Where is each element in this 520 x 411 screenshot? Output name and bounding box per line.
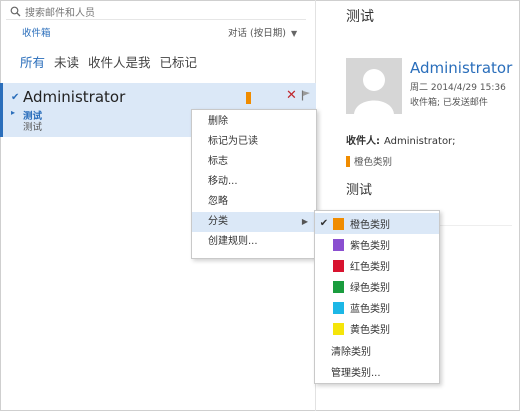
category-color-icon — [346, 155, 350, 167]
search-box[interactable]: 搜索邮件和人员 — [10, 3, 95, 19]
menu-move[interactable]: 移动... — [192, 172, 316, 192]
mail-sender: Administrator — [23, 88, 126, 106]
color-swatch-icon — [333, 322, 344, 335]
menu-categorize[interactable]: 分类 ▶ — [192, 212, 316, 232]
flag-icon[interactable] — [301, 90, 311, 101]
recipient-value[interactable]: Administrator; — [384, 136, 456, 147]
filter-flagged[interactable]: 已标记 — [160, 52, 198, 71]
search-underline — [6, 19, 306, 20]
reading-sender[interactable]: Administrator — [410, 59, 512, 77]
category-color-icon — [246, 92, 251, 104]
menu-delete[interactable]: 删除 — [192, 112, 316, 132]
sort-dropdown[interactable]: 对话 (按日期) ▼ — [228, 25, 297, 39]
color-swatch-icon — [333, 280, 344, 293]
filter-all[interactable]: 所有 — [20, 52, 45, 71]
category-submenu: ✔ 橙色类别 紫色类别 红色类别 绿色类别 蓝色类别 黄色类别 清除类别 管理类… — [314, 210, 440, 384]
color-swatch-icon — [333, 217, 344, 230]
category-item[interactable]: 蓝色类别 — [315, 297, 439, 318]
category-item[interactable]: 绿色类别 — [315, 276, 439, 297]
chevron-right-icon: ▶ — [301, 217, 308, 226]
check-icon: ✔ — [11, 92, 20, 103]
color-swatch-icon — [333, 259, 344, 272]
avatar — [346, 58, 402, 114]
category-tag-label: 橙色类别 — [354, 157, 393, 168]
color-swatch-icon — [333, 301, 344, 314]
filter-tabs: 所有 未读 收件人是我 已标记 — [20, 52, 197, 71]
sort-label: 对话 (按日期) — [228, 28, 286, 39]
expand-arrow-icon[interactable]: ▸ — [11, 108, 15, 117]
recipient-label: 收件人: — [346, 136, 380, 147]
folder-name[interactable]: 收件箱 — [22, 25, 51, 39]
category-label: 绿色类别 — [350, 283, 390, 294]
category-label: 红色类别 — [350, 262, 390, 273]
message-body: 测试 — [346, 183, 373, 198]
filter-to-me[interactable]: 收件人是我 — [88, 52, 151, 71]
reading-date: 周二 2014/4/29 15:36 — [410, 83, 506, 93]
category-item[interactable]: 红色类别 — [315, 255, 439, 276]
reading-folder: 收件箱; 已发送邮件 — [410, 98, 488, 108]
menu-mark-read[interactable]: 标记为已读 — [192, 132, 316, 152]
category-item[interactable]: ✔ 橙色类别 — [315, 213, 439, 234]
category-tag: 橙色类别 — [346, 154, 392, 168]
menu-flag[interactable]: 标志 — [192, 152, 316, 172]
category-item[interactable]: 黄色类别 — [315, 318, 439, 339]
mail-preview: 测试 — [23, 122, 43, 133]
clear-categories[interactable]: 清除类别 — [315, 340, 439, 361]
menu-ignore[interactable]: 忽略 — [192, 192, 316, 212]
delete-icon[interactable]: ✕ — [286, 88, 297, 103]
category-label: 黄色类别 — [350, 325, 390, 336]
menu-create-rule[interactable]: 创建规则... — [192, 232, 316, 252]
chevron-down-icon: ▼ — [290, 29, 298, 38]
search-placeholder[interactable]: 搜索邮件和人员 — [25, 4, 95, 19]
category-label: 紫色类别 — [350, 241, 390, 252]
category-label: 橙色类别 — [350, 220, 390, 231]
color-swatch-icon — [333, 238, 344, 251]
menu-categorize-label: 分类 — [208, 216, 228, 227]
context-menu: 删除 标记为已读 标志 移动... 忽略 分类 ▶ 创建规则... — [191, 109, 317, 259]
check-icon: ✔ — [319, 218, 329, 229]
manage-categories[interactable]: 管理类别... — [315, 361, 439, 382]
category-label: 蓝色类别 — [350, 304, 390, 315]
reading-title: 测试 — [346, 9, 374, 25]
filter-unread[interactable]: 未读 — [54, 52, 79, 71]
search-icon — [10, 6, 21, 16]
recipient-line: 收件人: Administrator; — [346, 132, 456, 147]
category-item[interactable]: 紫色类别 — [315, 234, 439, 255]
